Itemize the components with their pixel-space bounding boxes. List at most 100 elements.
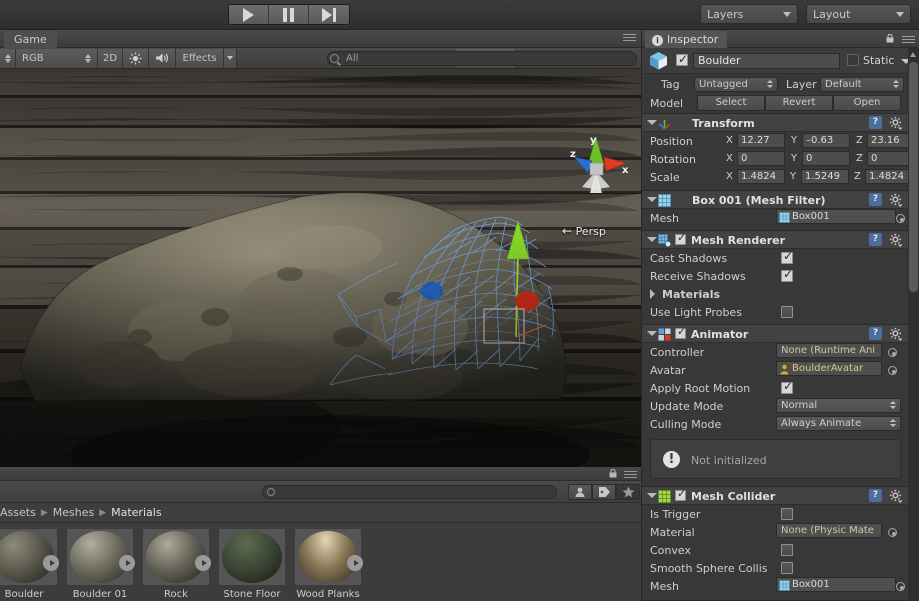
asset-item[interactable]: Rock xyxy=(138,523,214,601)
effects-dropdown[interactable]: Effects xyxy=(176,48,224,68)
asset-item[interactable]: Boulder xyxy=(0,523,62,601)
foldout-arrow-icon[interactable] xyxy=(647,237,657,242)
position-y-field[interactable]: –0.63 xyxy=(802,133,850,148)
step-button[interactable] xyxy=(309,5,349,24)
rotation-x-field[interactable]: 0 xyxy=(737,151,785,166)
gizmos-search-input[interactable]: All xyxy=(327,51,637,66)
game-viewport[interactable]: y x z ← Persp xyxy=(0,69,641,467)
toggle-2d-button[interactable]: 2D xyxy=(98,48,123,68)
scene-lighting-button[interactable] xyxy=(123,48,149,68)
static-checkbox[interactable] xyxy=(847,54,859,66)
update-mode-dropdown[interactable]: Normal xyxy=(776,398,901,413)
play-button[interactable] xyxy=(229,5,269,24)
scene-orientation-gizmo[interactable]: y x z xyxy=(560,131,632,203)
aspect-stepper[interactable] xyxy=(0,48,16,68)
filter-by-label-button[interactable] xyxy=(592,484,616,500)
asset-expand-button[interactable] xyxy=(195,555,211,571)
asset-expand-button[interactable] xyxy=(43,555,59,571)
convex-checkbox[interactable] xyxy=(781,544,793,556)
scale-z-field[interactable]: 1.4824 xyxy=(865,169,909,184)
component-header[interactable]: Animator ? xyxy=(642,325,909,343)
use-light-probes-checkbox[interactable] xyxy=(781,306,793,318)
mesh-object-field[interactable]: Box001 xyxy=(776,209,896,224)
help-icon[interactable]: ? xyxy=(869,116,882,129)
asset-expand-button[interactable] xyxy=(119,555,135,571)
viewport-projection-label[interactable]: ← Persp xyxy=(562,224,606,238)
model-revert-button[interactable]: Revert xyxy=(765,95,833,111)
foldout-arrow-icon[interactable] xyxy=(647,331,657,336)
project-panel-menu-icon[interactable] xyxy=(624,471,637,480)
inspector-scrollbar[interactable] xyxy=(908,48,919,601)
asset-item[interactable]: Wood Planks xyxy=(290,523,366,601)
physic-material-field[interactable]: None (Physic Mate xyxy=(776,523,882,538)
foldout-arrow-icon[interactable] xyxy=(650,289,655,299)
controller-object-field[interactable]: None (Runtime Ani xyxy=(776,343,882,358)
component-header[interactable]: Transform ? xyxy=(642,114,909,132)
object-picker-icon[interactable] xyxy=(896,582,905,591)
help-icon[interactable]: ? xyxy=(869,327,882,340)
display-mode-dropdown[interactable]: RGB xyxy=(16,48,98,68)
smooth-sphere-collisions-checkbox[interactable] xyxy=(781,562,793,574)
inspector-menu-icon[interactable] xyxy=(902,36,915,45)
rotation-z-field[interactable]: 0 xyxy=(867,151,909,166)
component-enabled-checkbox[interactable] xyxy=(675,487,686,501)
is-trigger-checkbox[interactable] xyxy=(781,508,793,520)
object-picker-icon[interactable] xyxy=(896,214,905,223)
component-enabled-checkbox[interactable] xyxy=(675,325,686,339)
gear-icon[interactable] xyxy=(889,233,903,247)
foldout-arrow-icon[interactable] xyxy=(647,197,657,202)
breadcrumb-item-1[interactable]: Meshes xyxy=(53,506,94,519)
culling-mode-dropdown[interactable]: Always Animate xyxy=(776,416,901,431)
scrollbar-thumb[interactable] xyxy=(909,62,918,292)
game-panel-menu-icon[interactable] xyxy=(623,34,636,44)
project-search-input[interactable] xyxy=(262,485,557,499)
help-icon[interactable]: ? xyxy=(869,193,882,206)
layers-dropdown[interactable]: Layers xyxy=(700,4,798,24)
gear-icon[interactable] xyxy=(889,327,903,341)
receive-shadows-checkbox[interactable] xyxy=(781,267,793,282)
gear-icon[interactable] xyxy=(889,489,903,503)
rotation-y-field[interactable]: 0 xyxy=(802,151,850,166)
help-icon[interactable]: ? xyxy=(869,233,882,246)
effects-arrow-button[interactable] xyxy=(224,48,237,68)
lock-icon[interactable] xyxy=(886,34,894,43)
avatar-object-field[interactable]: BoulderAvatar xyxy=(776,361,882,376)
apply-root-motion-checkbox[interactable] xyxy=(781,379,793,394)
asset-item[interactable]: Stone Floor xyxy=(214,523,290,601)
model-select-button[interactable]: Select xyxy=(697,95,765,111)
gameobject-enabled-checkbox[interactable] xyxy=(676,52,688,66)
component-header[interactable]: Box 001 (Mesh Filter) ? xyxy=(642,191,909,209)
layer-dropdown[interactable]: Default xyxy=(820,77,904,92)
asset-expand-button[interactable] xyxy=(347,555,363,571)
object-picker-icon[interactable] xyxy=(888,528,897,537)
foldout-arrow-icon[interactable] xyxy=(647,493,657,498)
lock-icon[interactable] xyxy=(609,469,617,478)
position-z-field[interactable]: 23.16 xyxy=(867,133,909,148)
cast-shadows-checkbox[interactable] xyxy=(781,249,793,264)
model-open-button[interactable]: Open xyxy=(833,95,901,111)
gear-icon[interactable] xyxy=(889,116,903,130)
audio-toggle-button[interactable] xyxy=(149,48,176,68)
collider-mesh-field[interactable]: Box001 xyxy=(776,577,896,592)
scale-x-field[interactable]: 1.4824 xyxy=(737,169,785,184)
scale-y-field[interactable]: 1.5249 xyxy=(801,169,849,184)
breadcrumb-item-2[interactable]: Materials xyxy=(111,506,161,519)
component-header[interactable]: Mesh Collider ? xyxy=(642,487,909,505)
pause-button[interactable] xyxy=(269,5,309,24)
tab-inspector[interactable]: i Inspector xyxy=(645,31,728,48)
gameobject-name-field[interactable]: Boulder xyxy=(693,53,840,69)
tag-dropdown[interactable]: Untagged xyxy=(694,77,778,92)
scroll-up-arrow-icon[interactable] xyxy=(910,52,916,57)
asset-item[interactable]: Boulder 01 xyxy=(62,523,138,601)
layout-dropdown[interactable]: Layout xyxy=(806,4,911,24)
foldout-arrow-icon[interactable] xyxy=(647,120,657,125)
component-enabled-checkbox[interactable] xyxy=(675,231,686,245)
gear-icon[interactable] xyxy=(889,193,903,207)
filter-by-favorite-button[interactable] xyxy=(616,484,640,500)
filter-by-type-button[interactable] xyxy=(568,484,592,500)
object-picker-icon[interactable] xyxy=(888,366,897,375)
tab-game[interactable]: Game xyxy=(4,31,57,48)
position-x-field[interactable]: 12.27 xyxy=(737,133,785,148)
help-icon[interactable]: ? xyxy=(869,489,882,502)
property-row-materials[interactable]: Materials xyxy=(642,285,909,303)
